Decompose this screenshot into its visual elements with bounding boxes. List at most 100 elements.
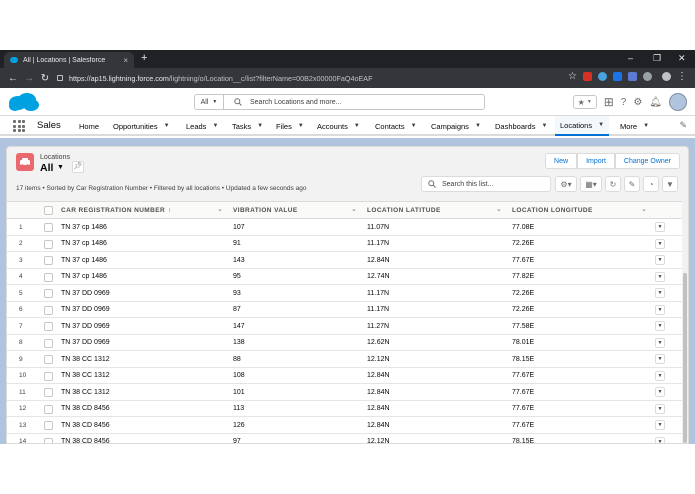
salesforce-logo-icon[interactable] — [7, 92, 40, 112]
reload-icon[interactable]: ↻ — [37, 73, 53, 84]
list-view-name[interactable]: All — [40, 162, 53, 174]
row-checkbox[interactable] — [44, 388, 53, 397]
nav-tab-files[interactable]: Files ▼ — [276, 116, 304, 136]
nav-tab-contacts[interactable]: Contacts ▼ — [375, 116, 417, 136]
favorites-button[interactable]: ★ ▼ — [572, 95, 597, 109]
nav-tab-leads[interactable]: Leads ▼ — [186, 116, 218, 136]
car-registration-cell[interactable]: TN 37 DD 0969 — [61, 335, 110, 351]
user-avatar[interactable] — [669, 93, 687, 111]
chevron-down-icon[interactable]: ⌄ — [217, 205, 223, 213]
extension-red-icon[interactable] — [583, 72, 592, 81]
profile-icon[interactable] — [662, 72, 671, 81]
minimize-button[interactable]: – — [628, 53, 633, 63]
nav-tab-more[interactable]: More ▼ — [620, 116, 649, 136]
chevron-down-icon[interactable]: ▼ — [411, 123, 417, 129]
column-header-location-latitude[interactable]: Location Latitude — [367, 202, 441, 219]
chevron-down-icon[interactable]: ⌄ — [351, 205, 357, 213]
restore-button[interactable]: ❐ — [653, 53, 661, 64]
row-actions-chevron-icon[interactable]: ▼ — [655, 354, 665, 364]
select-all-checkbox[interactable] — [44, 206, 53, 215]
global-actions-plus-icon[interactable]: ⊞ — [604, 95, 614, 109]
row-actions-chevron-icon[interactable]: ▼ — [655, 337, 665, 348]
car-registration-cell[interactable]: TN 38 CC 1312 — [61, 351, 110, 367]
row-checkbox[interactable] — [44, 289, 53, 298]
row-actions-chevron-icon[interactable]: ▼ — [655, 370, 665, 381]
bookmark-star-icon[interactable]: ☆ — [568, 72, 577, 82]
car-registration-cell[interactable]: TN 38 CD 8456 — [61, 434, 110, 443]
chevron-down-icon[interactable]: ▼ — [541, 123, 547, 129]
list-view-switcher-chevron-icon[interactable]: ▼ — [57, 164, 64, 171]
row-checkbox[interactable] — [44, 272, 53, 282]
charts-icon[interactable]: ◔ — [643, 176, 659, 192]
chevron-down-icon[interactable]: ⌄ — [641, 205, 647, 213]
row-checkbox[interactable] — [44, 223, 53, 232]
import-button[interactable]: Import — [577, 153, 615, 169]
close-tab-icon[interactable]: × — [123, 56, 128, 65]
car-registration-cell[interactable]: TN 37 cp 1486 — [61, 236, 107, 252]
search-scope-dropdown[interactable]: All ▼ — [194, 94, 224, 110]
extension-ui-icon[interactable] — [628, 72, 637, 81]
row-checkbox[interactable] — [44, 305, 53, 315]
row-checkbox[interactable] — [44, 371, 53, 381]
browser-menu-icon[interactable]: ⋮ — [677, 72, 687, 82]
chevron-down-icon[interactable]: ▼ — [354, 123, 360, 129]
back-arrow-icon[interactable]: ← — [5, 73, 21, 84]
extension-blue-icon[interactable] — [613, 72, 622, 81]
address-bar[interactable]: https://ap15.lightning.force.com /lightn… — [57, 71, 557, 85]
row-checkbox[interactable] — [44, 404, 53, 414]
car-registration-cell[interactable]: TN 37 DD 0969 — [61, 318, 110, 334]
inline-edit-pencil-icon[interactable]: ✎ — [624, 176, 640, 192]
chevron-down-icon[interactable]: ▼ — [212, 123, 218, 129]
list-settings-gear-icon[interactable]: ⚙▾ — [555, 176, 577, 192]
app-launcher-icon[interactable] — [13, 120, 25, 132]
row-actions-chevron-icon[interactable]: ▼ — [655, 321, 665, 331]
new-tab-button[interactable]: + — [141, 52, 147, 64]
display-as-table-icon[interactable]: ▦▾ — [580, 176, 602, 192]
car-registration-cell[interactable]: TN 37 cp 1486 — [61, 269, 107, 285]
car-registration-cell[interactable]: TN 38 CD 8456 — [61, 417, 110, 433]
row-actions-chevron-icon[interactable]: ▼ — [655, 403, 665, 414]
extension-globe-icon[interactable] — [598, 72, 607, 81]
car-registration-cell[interactable]: TN 37 cp 1486 — [61, 219, 107, 235]
nav-tab-locations[interactable]: Locations ▼ — [555, 116, 610, 136]
row-checkbox[interactable] — [44, 421, 53, 430]
row-actions-chevron-icon[interactable]: ▼ — [655, 222, 665, 232]
car-registration-cell[interactable]: TN 37 DD 0969 — [61, 285, 110, 301]
row-actions-chevron-icon[interactable]: ▼ — [655, 238, 665, 249]
chevron-down-icon[interactable]: ▼ — [598, 122, 604, 128]
chevron-down-icon[interactable]: ▼ — [257, 123, 263, 129]
notifications-bell-icon[interactable]: 🔔︎ — [649, 97, 662, 108]
change-owner-button[interactable]: Change Owner — [614, 153, 680, 169]
edit-nav-pencil-icon[interactable]: ✎ — [679, 120, 687, 131]
row-actions-chevron-icon[interactable]: ▼ — [655, 387, 665, 397]
forward-arrow-icon[interactable]: → — [21, 73, 37, 84]
refresh-icon[interactable]: ↻ — [605, 176, 621, 192]
table-scrollbar[interactable] — [682, 201, 688, 443]
chevron-down-icon[interactable]: ▼ — [298, 123, 304, 129]
pin-icon[interactable]: 📌︎ — [72, 161, 84, 173]
browser-tab[interactable]: All | Locations | Salesforce × — [4, 52, 134, 68]
row-actions-chevron-icon[interactable]: ▼ — [655, 420, 665, 430]
row-actions-chevron-icon[interactable]: ▼ — [655, 255, 665, 265]
setup-gear-icon[interactable]: ⚙ — [633, 97, 642, 108]
new-button[interactable]: New — [545, 153, 578, 169]
scrollbar-thumb[interactable] — [683, 273, 687, 443]
extension-chat-icon[interactable] — [643, 72, 652, 81]
nav-tab-opportunities[interactable]: Opportunities ▼ — [113, 116, 170, 136]
column-header-car-registration[interactable]: Car Registration Number ↑ — [61, 202, 172, 219]
chevron-down-icon[interactable]: ▼ — [164, 123, 170, 129]
global-search-input[interactable]: Search Locations and more... — [224, 94, 485, 110]
row-checkbox[interactable] — [44, 322, 53, 331]
help-icon[interactable]: ? — [621, 97, 627, 108]
chevron-down-icon[interactable]: ▼ — [643, 123, 649, 129]
filter-icon[interactable]: ▼ — [662, 176, 678, 192]
nav-tab-dashboards[interactable]: Dashboards ▼ — [495, 116, 547, 136]
row-checkbox[interactable] — [44, 256, 53, 265]
nav-tab-tasks[interactable]: Tasks ▼ — [232, 116, 263, 136]
close-window-button[interactable]: ✕ — [678, 53, 686, 64]
chevron-down-icon[interactable]: ▼ — [475, 123, 481, 129]
column-header-vibration-value[interactable]: Vibration Value — [233, 202, 298, 219]
row-actions-chevron-icon[interactable]: ▼ — [655, 271, 665, 282]
list-search-input[interactable]: Search this list... — [421, 176, 551, 192]
car-registration-cell[interactable]: TN 37 cp 1486 — [61, 252, 107, 268]
